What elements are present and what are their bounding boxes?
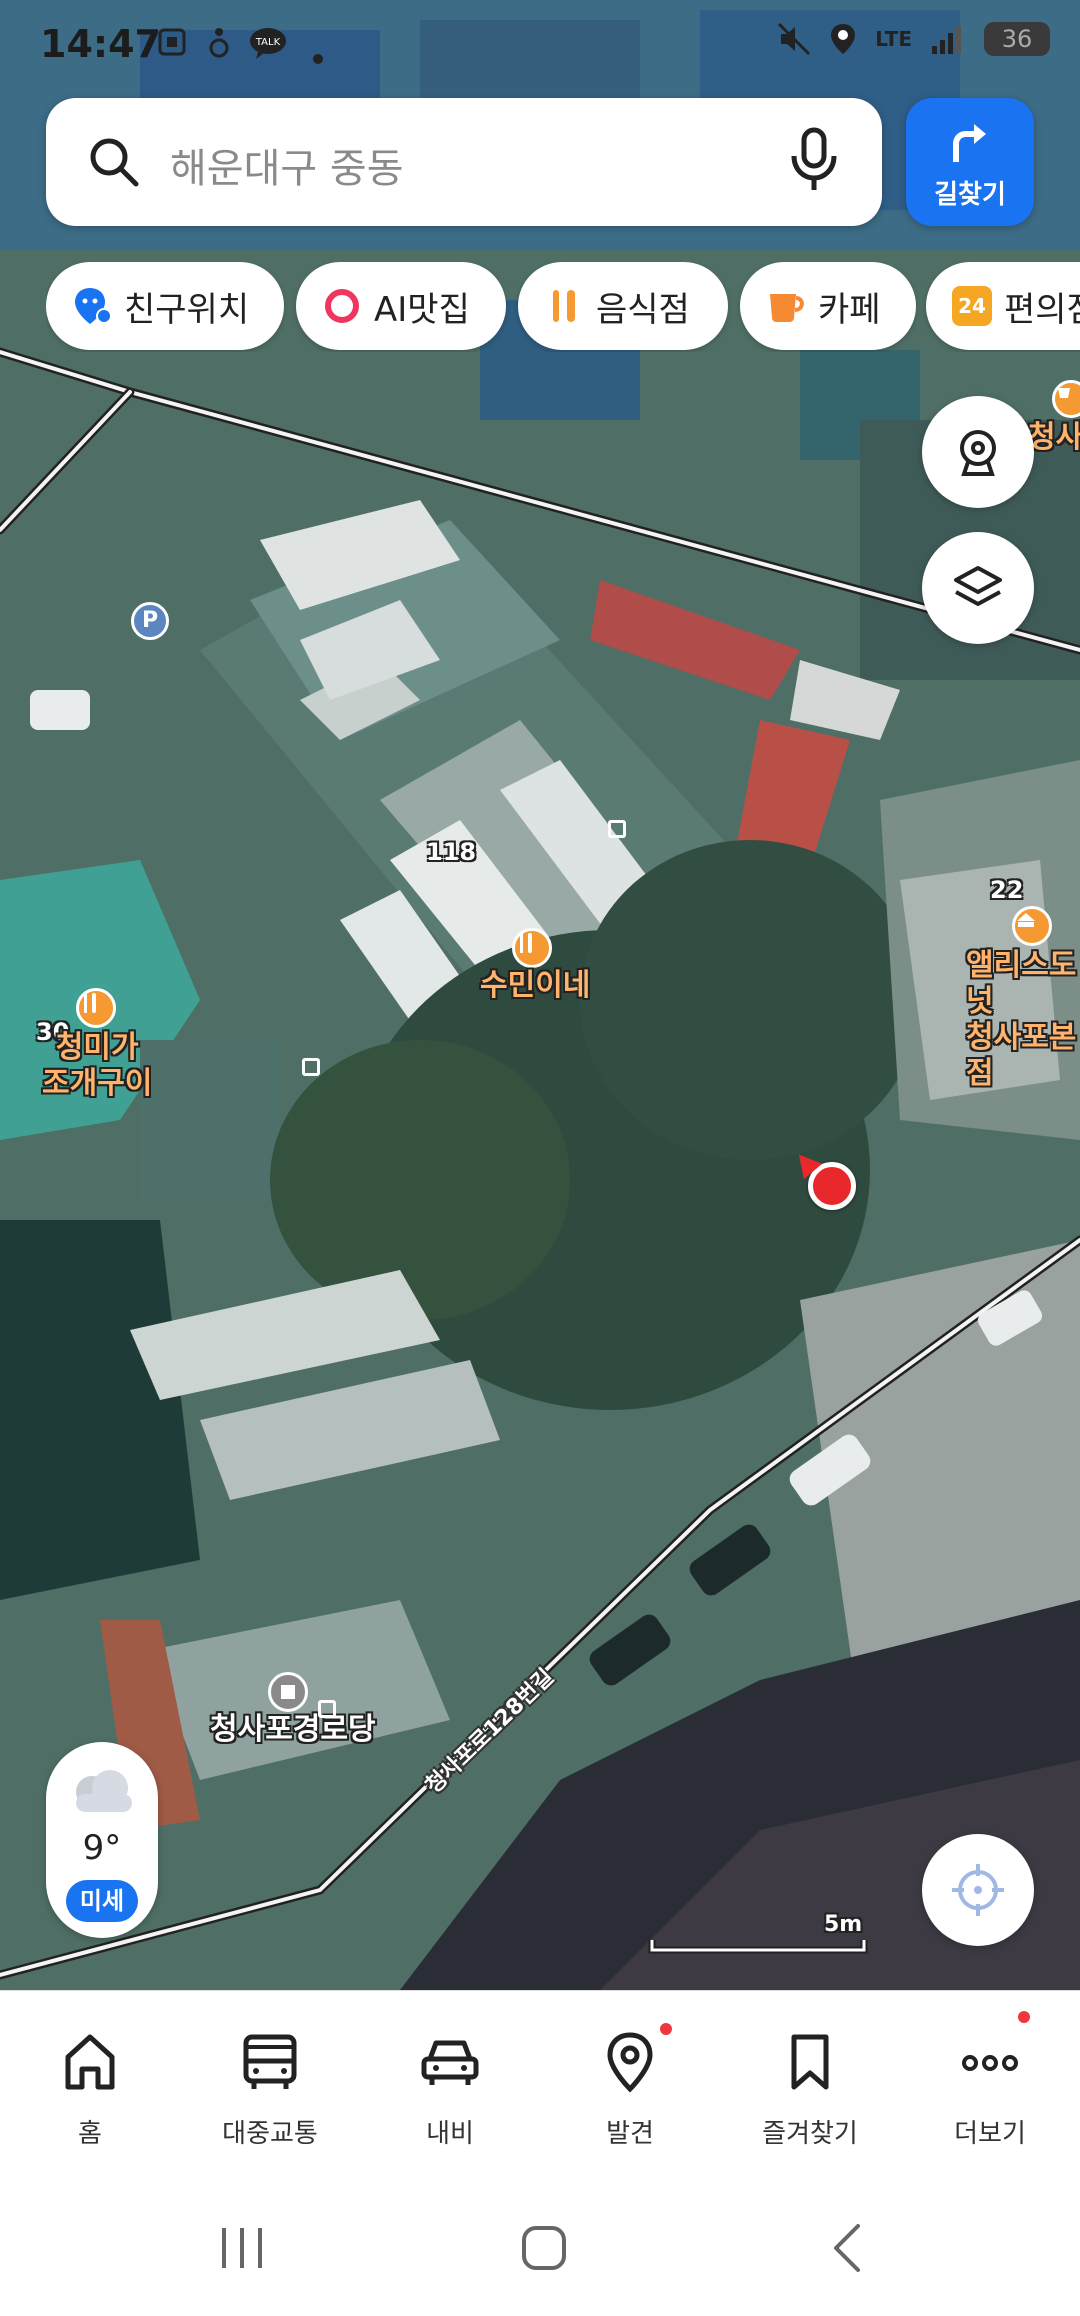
dot-icon (312, 38, 324, 73)
nav-label: 홈 (78, 2119, 102, 2149)
cloudy-icon (76, 1770, 132, 1812)
nav-label: 즐겨찾기 (762, 2119, 858, 2149)
nav-home[interactable]: 홈 (0, 1991, 180, 2187)
building-number-22: 22 (990, 876, 1024, 904)
nav-transit[interactable]: 대중교통 (180, 1991, 360, 2187)
route-button[interactable]: 길찾기 (906, 98, 1034, 226)
nav-label: 대중교통 (222, 2119, 318, 2149)
parking-marker[interactable]: P (131, 602, 169, 640)
screenshot-icon (156, 26, 188, 66)
nav-favorites[interactable]: 즐겨찾기 (720, 1991, 900, 2187)
weather-temperature: 9° (82, 1828, 122, 1868)
poi-label-senior-center[interactable]: 청사포경로당 (210, 1712, 376, 1748)
more-icon (962, 2055, 1018, 2071)
poi-label-partial[interactable]: 청사포 (1028, 420, 1080, 456)
layers-button[interactable] (922, 532, 1034, 644)
chip-label: 카페 (818, 289, 881, 330)
bus-icon (243, 2034, 297, 2089)
kakaotalk-icon: TALK (248, 26, 288, 68)
fork-knife-icon (84, 993, 96, 1013)
cake-icon (1017, 913, 1035, 927)
chip-ai-restaurant[interactable]: AI맛집 (296, 262, 506, 350)
signal-icon (932, 26, 961, 54)
nav-label: 내비 (426, 2119, 474, 2149)
crosshair-icon (952, 1864, 1004, 1916)
status-right-icons: LTE 36 (777, 22, 1050, 56)
poi-label-cheongmiga[interactable]: 청미가 조개구이 (42, 1030, 152, 1102)
restaurant-pin-icon[interactable] (512, 928, 552, 968)
restaurant-pin-icon[interactable] (76, 988, 116, 1028)
entrance-icon (318, 1700, 336, 1718)
convenience-24-icon: 24 (952, 286, 992, 326)
location-icon (831, 24, 856, 54)
scale-label: 5m (824, 1912, 863, 1937)
search-input[interactable]: 해운대구 중동 (170, 136, 404, 194)
search-bar[interactable]: 해운대구 중동 (46, 98, 882, 226)
fork-knife-icon (520, 933, 532, 953)
weather-widget[interactable]: 9° 미세 (46, 1742, 158, 1938)
nav-navigation[interactable]: 내비 (360, 1991, 540, 2187)
poi-label-alice-donut[interactable]: 앨리스도넛 청사포본점 (966, 948, 1080, 1092)
nav-discover[interactable]: 발견 (540, 1991, 720, 2187)
chip-label: 편의점 (1004, 289, 1080, 330)
bakery-pin-icon[interactable] (1012, 906, 1052, 946)
lte-icon: LTE (875, 27, 912, 51)
chip-label: 친구위치 (124, 289, 250, 330)
air-quality-badge[interactable]: 미세 (66, 1880, 138, 1922)
chip-friend-location[interactable]: 친구위치 (46, 262, 284, 350)
status-time: 14:47 (40, 22, 161, 66)
layers-icon (954, 566, 1002, 606)
mic-icon[interactable] (788, 126, 840, 198)
route-arrow-icon (953, 124, 986, 162)
cctv-button[interactable] (922, 396, 1034, 508)
entrance-icon (608, 820, 626, 838)
nav-label: 발견 (606, 2119, 654, 2149)
friend-location-icon (72, 286, 112, 326)
route-label: 길찾기 (934, 180, 1006, 210)
assistant-icon (206, 26, 232, 68)
car-icon (421, 2040, 479, 2085)
nav-more[interactable]: 더보기 (900, 1991, 1080, 2187)
chip-label: AI맛집 (374, 289, 470, 330)
poi-label-sumin[interactable]: 수민이네 (480, 968, 590, 1004)
chip-restaurant[interactable]: 음식점 (518, 262, 728, 350)
svg-text:TALK: TALK (255, 37, 281, 48)
system-navigation-bar (0, 2186, 1080, 2316)
recent-apps-icon[interactable] (212, 2218, 272, 2278)
community-center-icon[interactable] (268, 1672, 308, 1712)
ai-ring-icon (322, 286, 362, 326)
chip-label: 음식점 (596, 289, 690, 330)
mute-icon (778, 22, 811, 56)
my-location-button[interactable] (922, 1834, 1034, 1946)
back-icon[interactable] (818, 2218, 878, 2278)
discover-pin-icon (607, 2032, 653, 2093)
category-chips: 친구위치 AI맛집 음식점 카페 24 편의점 (46, 262, 1080, 352)
bottom-navigation: 홈 대중교통 내비 발견 즐겨찾기 더보기 (0, 1990, 1080, 2187)
chip-cafe[interactable]: 카페 (740, 262, 916, 350)
nav-label: 더보기 (954, 2119, 1026, 2149)
status-bar: 14:47 TALK LTE 36 (0, 0, 1080, 92)
cafe-icon (766, 286, 806, 326)
entrance-icon (302, 1058, 320, 1076)
notification-dot (1018, 2011, 1030, 2023)
cctv-icon (960, 430, 996, 476)
home-icon (65, 2034, 115, 2090)
building-number-118: 118 (426, 838, 477, 866)
notification-dot (660, 2023, 672, 2035)
chip-convenience[interactable]: 24 편의점 (926, 262, 1080, 350)
battery-icon: 36 (984, 22, 1050, 56)
bookmark-icon (791, 2034, 829, 2090)
search-icon (84, 132, 144, 196)
home-system-icon[interactable] (514, 2218, 574, 2278)
restaurant-icon (544, 286, 584, 326)
